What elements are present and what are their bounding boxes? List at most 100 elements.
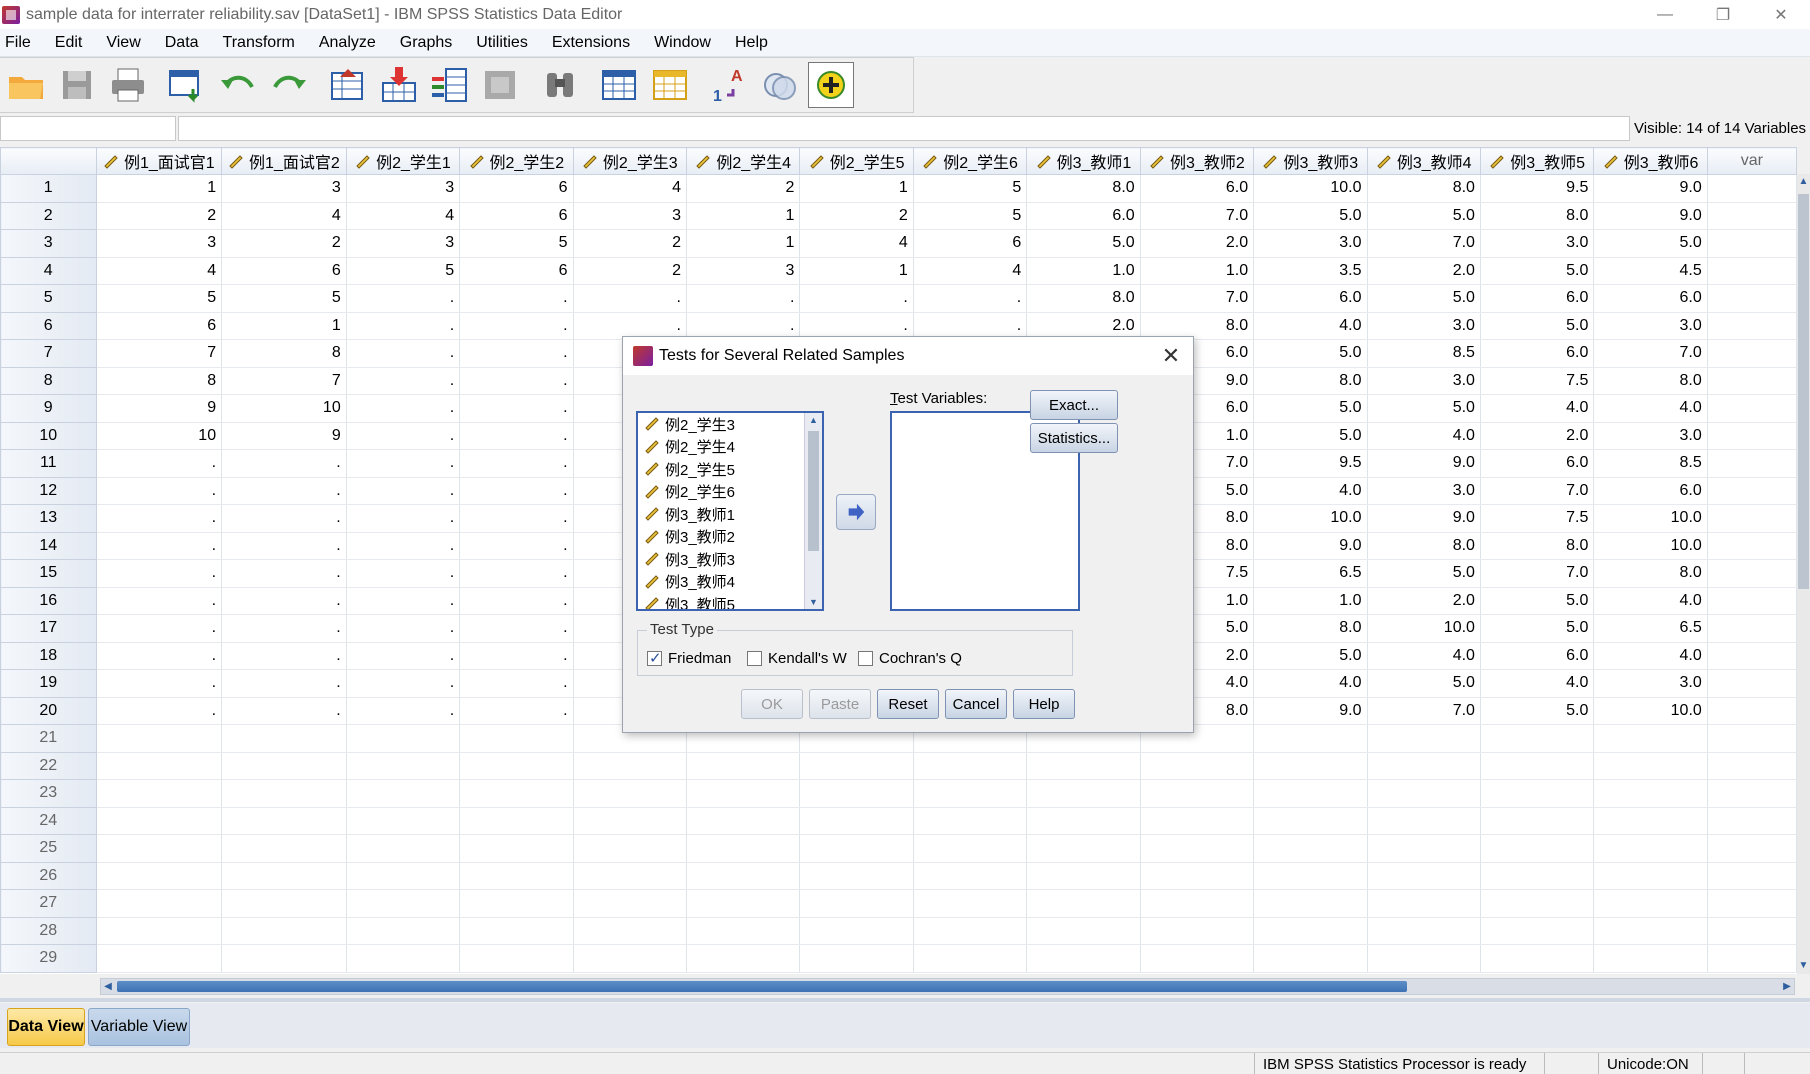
cancel-button[interactable]: Cancel [945, 689, 1007, 719]
pane-splitter[interactable] [0, 998, 1810, 1002]
data-cell[interactable]: . [346, 339, 461, 368]
data-cell[interactable] [459, 834, 574, 863]
move-to-test-variables-button[interactable] [836, 494, 876, 530]
friedman-check-box[interactable] [647, 649, 662, 667]
data-cell[interactable]: 9.0 [1593, 174, 1708, 203]
data-cell[interactable] [1253, 807, 1368, 835]
empty-var-cell[interactable] [1707, 889, 1797, 918]
data-cell[interactable] [96, 724, 223, 753]
data-cell[interactable]: . [96, 697, 223, 725]
data-cell[interactable]: . [459, 559, 574, 588]
data-cell[interactable]: . [346, 312, 461, 340]
row-number[interactable]: 11 [0, 449, 97, 478]
data-cell[interactable]: 4 [573, 174, 687, 203]
data-cell[interactable] [221, 724, 347, 753]
source-variable-item[interactable]: 例2_学生5 [638, 458, 822, 481]
tab-data-view[interactable]: Data View [7, 1008, 85, 1046]
empty-var-cell[interactable] [1707, 284, 1797, 313]
data-cell[interactable]: . [221, 449, 347, 478]
row-number[interactable]: 15 [0, 559, 97, 588]
data-cell[interactable] [221, 752, 347, 780]
empty-var-cell[interactable] [1707, 834, 1797, 863]
data-cell[interactable] [799, 944, 914, 973]
data-cell[interactable]: . [96, 449, 223, 478]
data-cell[interactable]: 7.0 [1593, 339, 1708, 368]
data-cell[interactable]: 4.0 [1253, 312, 1368, 340]
data-cell[interactable]: 3.0 [1593, 312, 1708, 340]
data-cell[interactable] [346, 752, 461, 780]
data-cell[interactable]: 6 [96, 312, 223, 340]
goto-case-icon[interactable] [325, 62, 371, 108]
row-number[interactable]: 13 [0, 504, 97, 533]
data-cell[interactable]: 2 [686, 174, 801, 203]
add-ons-icon[interactable] [808, 62, 854, 108]
data-cell[interactable] [1140, 834, 1255, 863]
list-scroll-up-icon[interactable]: ▲ [805, 415, 822, 425]
data-cell[interactable] [221, 917, 347, 945]
data-cell[interactable] [913, 779, 1028, 808]
data-cell[interactable]: 1 [799, 174, 914, 203]
data-cell[interactable]: 6.0 [1480, 284, 1595, 313]
data-cell[interactable] [1593, 834, 1708, 863]
menu-file[interactable]: File [0, 34, 41, 52]
data-cell[interactable]: 1.0 [1140, 257, 1255, 285]
data-cell[interactable]: 4.0 [1480, 669, 1595, 698]
cochrans-q-checkbox[interactable]: Cochran's Q [858, 650, 962, 667]
data-cell[interactable] [1480, 944, 1595, 973]
insert-cases-icon[interactable] [596, 62, 642, 108]
data-cell[interactable]: . [346, 422, 461, 450]
data-cell[interactable]: 6.0 [1140, 174, 1255, 203]
column-header[interactable]: 例3_教师1 [1026, 147, 1141, 175]
empty-var-cell[interactable] [1707, 944, 1797, 973]
data-cell[interactable]: 5.0 [1253, 642, 1368, 670]
data-cell[interactable] [346, 944, 461, 973]
data-cell[interactable] [96, 834, 223, 863]
restore-button[interactable]: ❐ [1694, 0, 1752, 29]
data-cell[interactable]: 3.0 [1480, 229, 1595, 258]
data-cell[interactable] [1026, 834, 1141, 863]
data-cell[interactable]: 4 [346, 202, 461, 230]
friedman-checkbox[interactable]: Friedman [647, 649, 731, 667]
row-number[interactable]: 18 [0, 641, 97, 670]
data-cell[interactable]: . [96, 642, 223, 670]
empty-var-cell[interactable] [1707, 752, 1797, 780]
data-cell[interactable] [913, 862, 1028, 890]
data-cell[interactable]: . [221, 642, 347, 670]
data-cell[interactable]: 2.0 [1480, 422, 1595, 450]
empty-var-cell[interactable] [1707, 697, 1797, 725]
empty-var-cell[interactable] [1707, 422, 1797, 450]
data-cell[interactable]: 2 [573, 229, 687, 258]
data-cell[interactable]: 2.0 [1367, 257, 1481, 285]
exact-button[interactable]: Exact... [1030, 390, 1118, 420]
data-cell[interactable] [799, 752, 914, 780]
data-cell[interactable]: 6.0 [1253, 284, 1368, 313]
tab-variable-view[interactable]: Variable View [88, 1008, 190, 1046]
cell-value-input[interactable] [178, 116, 1630, 141]
data-cell[interactable]: 4 [221, 202, 347, 230]
data-cell[interactable]: 2 [96, 202, 223, 230]
data-cell[interactable]: 5.0 [1367, 394, 1481, 423]
empty-var-cell[interactable] [1707, 504, 1797, 533]
data-cell[interactable] [1367, 724, 1481, 753]
data-cell[interactable]: 10 [96, 422, 223, 450]
data-cell[interactable]: 2.0 [1140, 229, 1255, 258]
row-number[interactable]: 9 [0, 394, 97, 423]
row-number[interactable]: 19 [0, 669, 97, 698]
empty-var-cell[interactable] [1707, 724, 1797, 753]
data-cell[interactable] [1026, 807, 1141, 835]
value-labels-icon[interactable]: A1 [706, 62, 752, 108]
data-cell[interactable]: . [459, 449, 574, 478]
empty-var-cell[interactable] [1707, 669, 1797, 698]
data-cell[interactable]: 5 [913, 202, 1028, 230]
minimize-button[interactable]: — [1636, 0, 1694, 29]
data-cell[interactable]: 9.5 [1253, 449, 1368, 478]
data-cell[interactable] [1026, 944, 1141, 973]
data-cell[interactable] [1593, 779, 1708, 808]
redo-icon[interactable] [266, 62, 312, 108]
data-cell[interactable] [686, 807, 801, 835]
data-cell[interactable]: . [221, 477, 347, 505]
row-number[interactable]: 5 [0, 284, 97, 313]
data-cell[interactable]: 6.0 [1480, 642, 1595, 670]
data-cell[interactable]: . [346, 669, 461, 698]
data-cell[interactable]: 3.5 [1253, 257, 1368, 285]
